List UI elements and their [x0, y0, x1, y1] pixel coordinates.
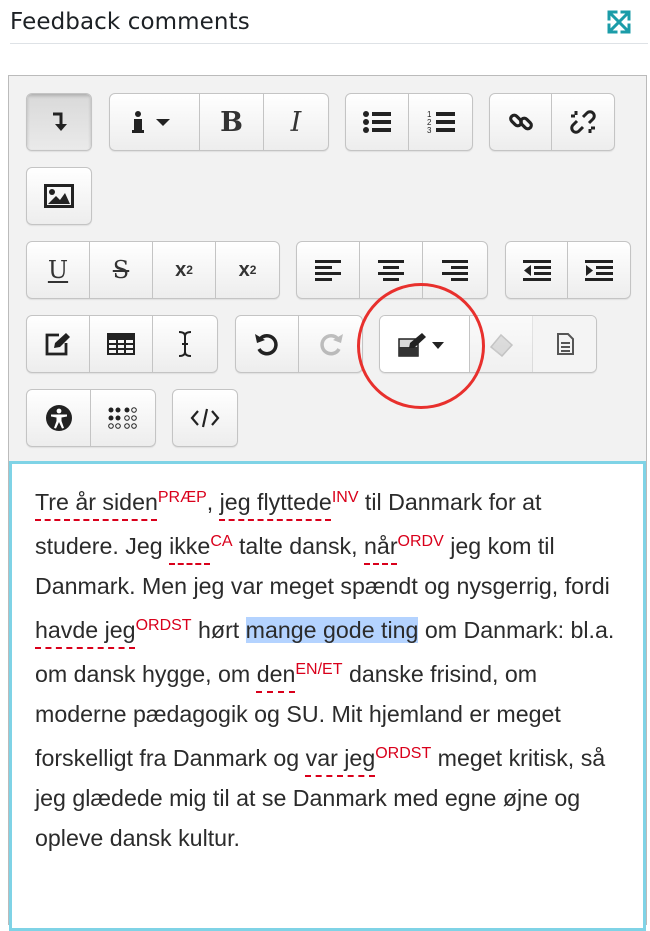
unlink-button[interactable]	[552, 94, 614, 150]
align-center-icon	[378, 260, 404, 281]
redo-icon	[319, 334, 343, 356]
bold-button[interactable]: B	[200, 94, 264, 150]
error-tag: ORDST	[375, 745, 432, 762]
align-group	[296, 241, 488, 299]
link-icon	[508, 113, 533, 131]
error-marked-phrase[interactable]: jeg flyttede	[220, 489, 332, 515]
table-icon	[107, 333, 135, 355]
accessibility-group	[26, 389, 156, 447]
underline-button[interactable]: U	[27, 242, 90, 298]
outdent-button[interactable]	[506, 242, 568, 298]
eraser-button[interactable]	[470, 316, 533, 372]
text-segment: talte dansk,	[232, 533, 365, 559]
error-marked-phrase[interactable]: Tre år siden	[35, 489, 158, 515]
redo-button[interactable]	[299, 316, 362, 372]
error-tag: CA	[210, 533, 233, 550]
align-center-button[interactable]	[360, 242, 423, 298]
subscript-x: x	[175, 258, 187, 281]
superscript-x: x	[238, 258, 250, 281]
align-right-icon	[441, 260, 468, 281]
error-tag: ORDST	[135, 617, 192, 634]
arrow-turn-down-icon	[53, 112, 67, 131]
link-group	[489, 93, 615, 151]
text-format-group: U S x2 x2	[26, 241, 280, 299]
svg-text:3: 3	[427, 126, 432, 134]
annotate-dropdown-button[interactable]	[380, 316, 470, 372]
undo-button[interactable]	[236, 316, 299, 372]
annotation-group	[379, 315, 597, 373]
subscript-button[interactable]: x2	[153, 242, 216, 298]
font-style-group: B I	[109, 93, 329, 151]
text-segment: ,	[206, 489, 220, 515]
link-button[interactable]	[490, 94, 552, 150]
ordered-list-button[interactable]: 123	[409, 94, 472, 150]
clipboard-icon	[556, 333, 574, 355]
text-cursor-button[interactable]	[153, 316, 216, 372]
toolbar-toggle-button[interactable]	[27, 94, 91, 150]
selected-text[interactable]: mange gode ting	[245, 617, 419, 643]
info-icon	[131, 111, 170, 133]
bullet-list-icon	[363, 111, 391, 133]
italic-button[interactable]: I	[264, 94, 328, 150]
superscript-mark: 2	[249, 263, 257, 277]
eraser-icon	[489, 333, 514, 357]
align-left-button[interactable]	[297, 242, 360, 298]
feedback-header: Feedback comments	[10, 0, 648, 44]
image-icon	[44, 184, 74, 208]
unlink-icon	[570, 110, 596, 134]
expand-arrows-icon[interactable]	[606, 9, 632, 35]
indent-group	[505, 241, 631, 299]
undo-icon	[255, 334, 278, 356]
insert-image-button[interactable]	[27, 168, 91, 224]
error-marked-phrase[interactable]: ikke	[169, 533, 210, 559]
error-marked-phrase[interactable]: når	[364, 533, 398, 559]
list-group: 123	[345, 93, 473, 151]
error-tag: ORDV	[397, 533, 444, 550]
code-icon	[190, 408, 220, 428]
numbered-list-icon: 123	[427, 110, 455, 134]
toolbar-toggle-group	[26, 93, 92, 151]
paragraph-style-button[interactable]	[110, 94, 200, 150]
error-tag: INV	[331, 489, 359, 506]
edit-button[interactable]	[27, 316, 90, 372]
paste-button[interactable]	[533, 316, 596, 372]
editor-content-area[interactable]: Tre år sidenPRÆP, jeg flyttedeINV til Da…	[9, 461, 646, 931]
subscript-mark: 2	[186, 263, 193, 277]
indent-icon	[585, 260, 613, 281]
braille-icon	[108, 407, 137, 429]
html-group	[172, 389, 238, 447]
error-tag: PRÆP	[157, 489, 207, 506]
section-title: Feedback comments	[10, 9, 250, 35]
error-marked-phrase[interactable]: var jeg	[306, 745, 376, 771]
align-left-icon	[315, 260, 341, 281]
pencil-square-icon	[45, 333, 70, 356]
html-source-button[interactable]	[173, 390, 237, 446]
unordered-list-button[interactable]	[346, 94, 409, 150]
history-group	[235, 315, 363, 373]
strikethrough-button[interactable]: S	[90, 242, 153, 298]
error-marked-phrase[interactable]: havde jeg	[35, 617, 136, 643]
error-marked-phrase[interactable]: den	[257, 661, 296, 687]
annotate-pen-icon	[397, 333, 444, 357]
outdent-icon	[522, 260, 551, 281]
text-segment: hørt	[191, 617, 246, 643]
accessibility-icon	[45, 405, 72, 431]
superscript-button[interactable]: x2	[216, 242, 279, 298]
image-group	[26, 167, 92, 225]
indent-button[interactable]	[568, 242, 630, 298]
table-button[interactable]	[90, 316, 153, 372]
insert-group	[26, 315, 218, 373]
align-right-button[interactable]	[423, 242, 486, 298]
accessibility-checker-button[interactable]	[27, 390, 91, 446]
braille-button[interactable]	[91, 390, 155, 446]
error-tag: EN/ET	[295, 661, 343, 678]
text-cursor-icon	[178, 331, 191, 357]
